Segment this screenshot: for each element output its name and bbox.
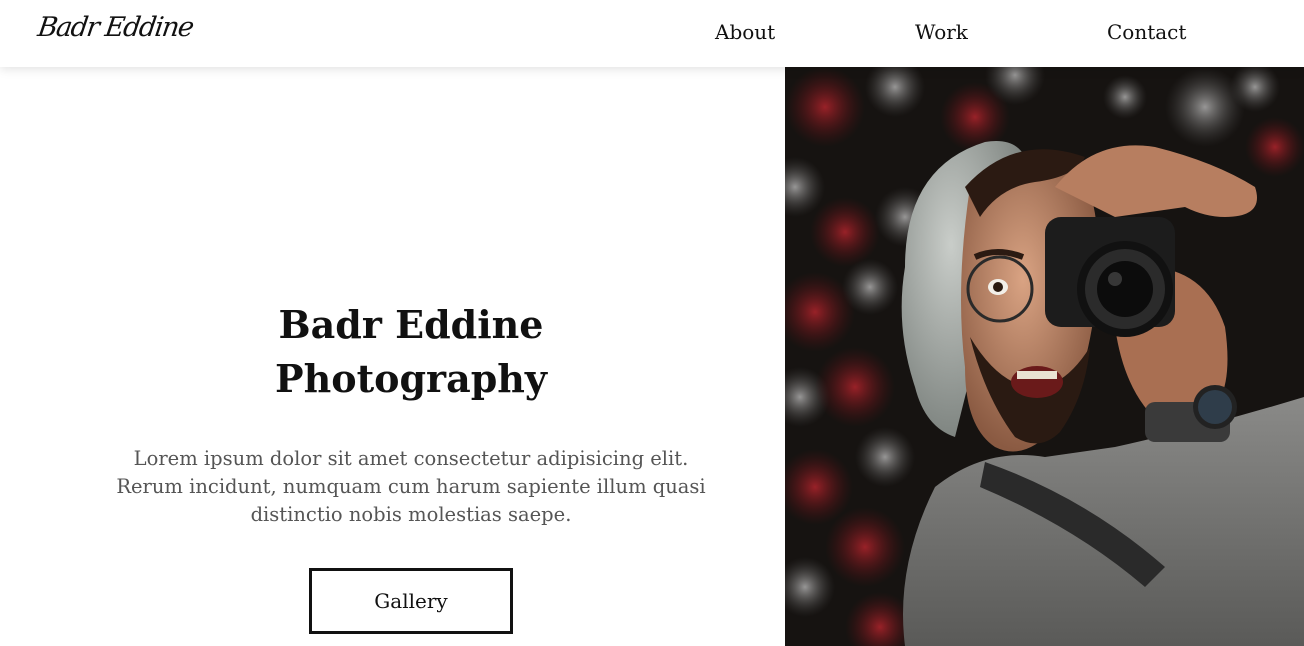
photographer-image [785,67,1304,646]
hero-description-line-1: Lorem ipsum dolor sit amet consectetur a… [133,447,689,470]
hero-description-line-3: distinctio nobis molestias saepe. [250,503,572,526]
nav-link-work[interactable]: Work [915,20,968,44]
site-header: Badr Eddine About Work Contact [0,0,1304,67]
hero-title-line-2: Photography [275,356,547,401]
hero-title-line-1: Badr Eddine [278,302,544,347]
hero-photo [785,67,1304,646]
nav-link-about[interactable]: About [715,20,775,44]
gallery-button[interactable]: Gallery [309,568,513,634]
hero-description: Lorem ipsum dolor sit amet consectetur a… [100,445,722,529]
hero-title: Badr Eddine Photography [210,298,612,406]
nav-link-contact[interactable]: Contact [1107,20,1186,44]
hero-description-line-2: Rerum incidunt, numquam cum harum sapien… [116,475,706,498]
site-logo[interactable]: Badr Eddine [36,12,195,43]
